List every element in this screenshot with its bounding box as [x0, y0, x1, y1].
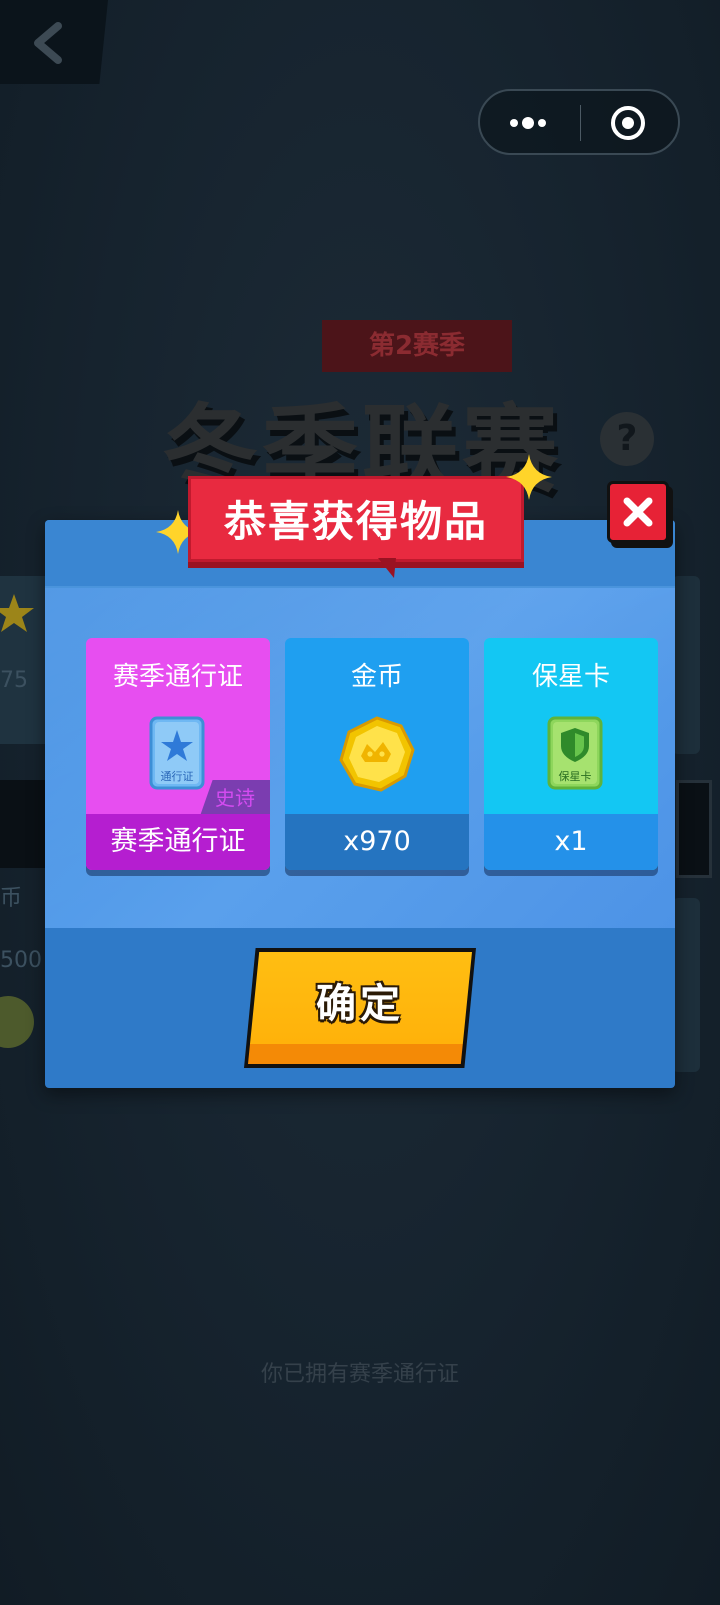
- reward-card-season-pass: 赛季通行证 通行证 史诗 赛季通行证: [86, 638, 270, 870]
- capsule-divider: [580, 105, 581, 141]
- card-title: 金币: [350, 662, 403, 692]
- close-button[interactable]: [607, 481, 669, 543]
- star-icon: [0, 594, 34, 632]
- bg-right-bar: [676, 780, 712, 878]
- more-dots-icon[interactable]: [508, 113, 552, 133]
- bg-right-panel-bottom: [672, 898, 700, 1072]
- banner-tail: [378, 558, 396, 578]
- shield-icon-label: 保星卡: [558, 770, 592, 783]
- reward-card-star-protect: 保星卡 保星卡 x1: [484, 638, 658, 870]
- card-footer: x1: [484, 814, 658, 870]
- bg-right-panel: [672, 576, 700, 754]
- card-title: 赛季通行证: [112, 662, 243, 692]
- card-footer: x970: [285, 814, 469, 870]
- confirm-button[interactable]: 确定: [244, 948, 476, 1068]
- dialog-title: 恭喜获得物品: [188, 476, 524, 562]
- card-footer: 赛季通行证: [86, 814, 270, 870]
- chevron-left-icon: [34, 22, 62, 64]
- back-button[interactable]: [0, 0, 108, 84]
- mini-program-capsule: [478, 89, 680, 155]
- card-title: 保星卡: [531, 662, 610, 692]
- bg-left-label: 币: [0, 886, 23, 911]
- reward-card-gold: 金币 x970: [285, 638, 469, 870]
- help-icon[interactable]: ?: [600, 412, 654, 466]
- target-circle-icon[interactable]: [610, 105, 646, 141]
- bg-left-bar: [0, 780, 46, 868]
- sparkle-icon: [506, 454, 552, 500]
- bg-left-number-bottom: 500: [0, 948, 42, 973]
- gold-coin-icon: [339, 716, 415, 792]
- close-x-icon: [623, 497, 653, 527]
- rarity-tag: 史诗: [200, 780, 270, 816]
- season-ribbon: 第2赛季: [322, 320, 512, 372]
- pass-owned-note: 你已拥有赛季通行证: [260, 1362, 459, 1387]
- bg-left-number: 75: [0, 668, 28, 693]
- confirm-label: 确定: [316, 981, 404, 1027]
- pass-icon-label: 通行证: [160, 770, 194, 783]
